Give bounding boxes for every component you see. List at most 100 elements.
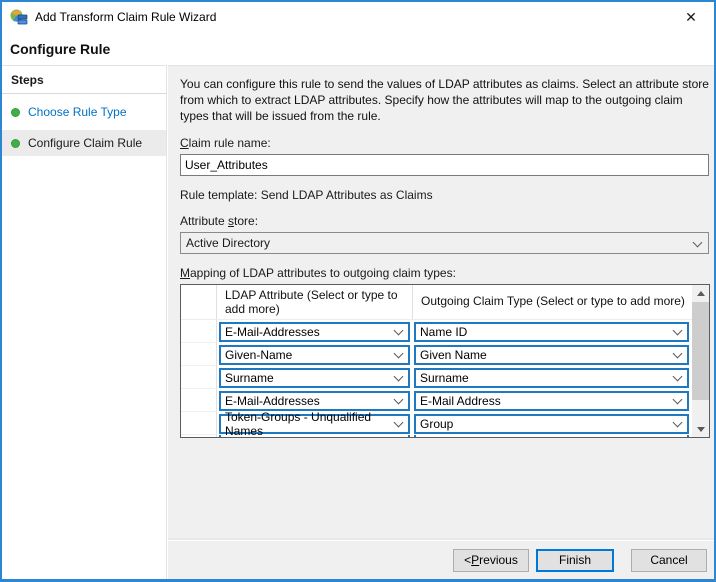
label-text: laim rule name:: [189, 136, 271, 150]
attribute-store-value: Active Directory: [186, 236, 270, 250]
claim-rule-name-value: User_Attributes: [185, 158, 268, 172]
grid-cell: E-Mail-Addresses: [217, 320, 413, 343]
button-text: Cancel: [650, 553, 687, 567]
grid-cell: Given-Name: [217, 343, 413, 366]
chevron-down-icon: [673, 419, 682, 428]
grid-cell: Given Name: [413, 343, 692, 366]
steps-heading: Steps: [2, 66, 166, 94]
outgoing-claim-select[interactable]: Group: [414, 414, 689, 434]
cell-value: E-Mail Address: [420, 394, 501, 408]
step-label: Choose Rule Type: [28, 105, 127, 119]
cell-value: Given-Name: [225, 348, 292, 362]
cell-value: E-Mail-Addresses: [225, 394, 320, 408]
chevron-down-icon: [394, 327, 403, 336]
ldap-attribute-select[interactable]: E-Mail-Addresses: [219, 322, 410, 342]
attribute-store-label: Attribute store:: [180, 214, 705, 228]
previous-button[interactable]: < Previous: [453, 549, 529, 572]
label-text: tore:: [234, 214, 258, 228]
row-selector[interactable]: [181, 343, 217, 366]
label-accesskey: C: [180, 136, 189, 150]
scrollbar-thumb[interactable]: [692, 302, 709, 400]
scroll-down-icon: [697, 427, 705, 432]
chevron-down-icon: [673, 396, 682, 405]
grid-header-row: LDAP Attribute (Select or type to add mo…: [181, 285, 692, 320]
grid-cell: Surname: [217, 366, 413, 389]
button-text: <: [464, 553, 471, 567]
label-text: apping of LDAP attributes to outgoing cl…: [190, 266, 456, 280]
scroll-up-button[interactable]: [692, 285, 709, 301]
wizard-window: Add Transform Claim Rule Wizard ✕ Config…: [0, 0, 716, 582]
grid-cell: [413, 435, 692, 438]
window-title: Add Transform Claim Rule Wizard: [35, 10, 216, 24]
ldap-attribute-select[interactable]: Given-Name: [219, 345, 410, 365]
finish-button[interactable]: Finish: [536, 549, 614, 572]
grid-cell: Name ID: [413, 320, 692, 343]
close-button[interactable]: ✕: [678, 5, 704, 29]
sidebar-item-choose-rule-type[interactable]: Choose Rule Type: [2, 99, 166, 125]
table-row-new-partial: [181, 435, 692, 438]
cancel-button[interactable]: Cancel: [631, 549, 707, 572]
grid-cell: Group: [413, 412, 692, 435]
chevron-down-icon: [394, 419, 403, 428]
chevron-down-icon: [394, 396, 403, 405]
step-complete-icon: [11, 139, 20, 148]
claim-rule-name-input[interactable]: User_Attributes: [180, 154, 709, 176]
outgoing-claim-select[interactable]: [414, 435, 689, 438]
rule-template-text: Rule template: Send LDAP Attributes as C…: [180, 188, 705, 202]
ldap-attribute-select[interactable]: E-Mail-Addresses: [219, 391, 410, 411]
grid-row-selector-header: [181, 285, 217, 319]
outgoing-claim-select[interactable]: E-Mail Address: [414, 391, 689, 411]
grid-cell: E-Mail Address: [413, 389, 692, 412]
cell-value: Token-Groups - Unqualified Names: [225, 410, 394, 438]
outgoing-claim-select[interactable]: Surname: [414, 368, 689, 388]
step-complete-icon: [11, 108, 20, 117]
ldap-attribute-select[interactable]: Token-Groups - Unqualified Names: [219, 414, 410, 434]
grid-scrollbar[interactable]: [692, 285, 709, 437]
outgoing-claim-select[interactable]: Name ID: [414, 322, 689, 342]
button-bar: < Previous Finish Cancel: [168, 540, 714, 579]
table-row: Given-Name Given Name: [181, 343, 692, 366]
page-header: Configure Rule: [2, 32, 714, 65]
chevron-down-icon: [673, 327, 682, 336]
sidebar-item-configure-claim-rule[interactable]: Configure Claim Rule: [2, 130, 166, 156]
ldap-attribute-select[interactable]: [219, 435, 410, 438]
close-icon: ✕: [685, 9, 697, 26]
row-selector[interactable]: [181, 389, 217, 412]
scroll-down-button[interactable]: [692, 421, 709, 437]
scroll-up-icon: [697, 291, 705, 296]
grid-column-header-claim: Outgoing Claim Type (Select or type to a…: [413, 285, 692, 319]
cell-value: Surname: [420, 371, 469, 385]
label-accesskey: M: [180, 266, 190, 280]
row-selector[interactable]: [181, 435, 217, 438]
cell-value: E-Mail-Addresses: [225, 325, 320, 339]
chevron-down-icon: [394, 373, 403, 382]
row-selector[interactable]: [181, 320, 217, 343]
row-selector[interactable]: [181, 366, 217, 389]
steps-sidebar: Steps Choose Rule Type Configure Claim R…: [2, 65, 167, 579]
attribute-store-select[interactable]: Active Directory: [180, 232, 709, 254]
outgoing-claim-select[interactable]: Given Name: [414, 345, 689, 365]
cell-value: Given Name: [420, 348, 487, 362]
grid-cell: Token-Groups - Unqualified Names: [217, 412, 413, 435]
mapping-grid: LDAP Attribute (Select or type to add mo…: [180, 284, 710, 438]
chevron-down-icon: [394, 350, 403, 359]
table-row: Token-Groups - Unqualified Names Group: [181, 412, 692, 435]
ldap-attribute-select[interactable]: Surname: [219, 368, 410, 388]
page-title: Configure Rule: [10, 41, 110, 57]
mapping-label: Mapping of LDAP attributes to outgoing c…: [180, 266, 705, 280]
grid-column-header-ldap: LDAP Attribute (Select or type to add mo…: [217, 285, 413, 319]
wizard-app-icon: [10, 9, 28, 25]
button-text: Finish: [559, 553, 591, 567]
chevron-down-icon: [693, 239, 702, 248]
row-selector[interactable]: [181, 412, 217, 435]
grid-cell: Surname: [413, 366, 692, 389]
button-text: revious: [479, 553, 518, 567]
cell-value: Surname: [225, 371, 274, 385]
main-panel: You can configure this rule to send the …: [168, 65, 714, 542]
label-text: Attribute: [180, 214, 228, 228]
grid-content: LDAP Attribute (Select or type to add mo…: [181, 285, 692, 438]
step-label: Configure Claim Rule: [28, 136, 142, 150]
title-bar: Add Transform Claim Rule Wizard ✕: [2, 2, 714, 32]
grid-cell: [217, 435, 413, 438]
cell-value: Group: [420, 417, 453, 431]
